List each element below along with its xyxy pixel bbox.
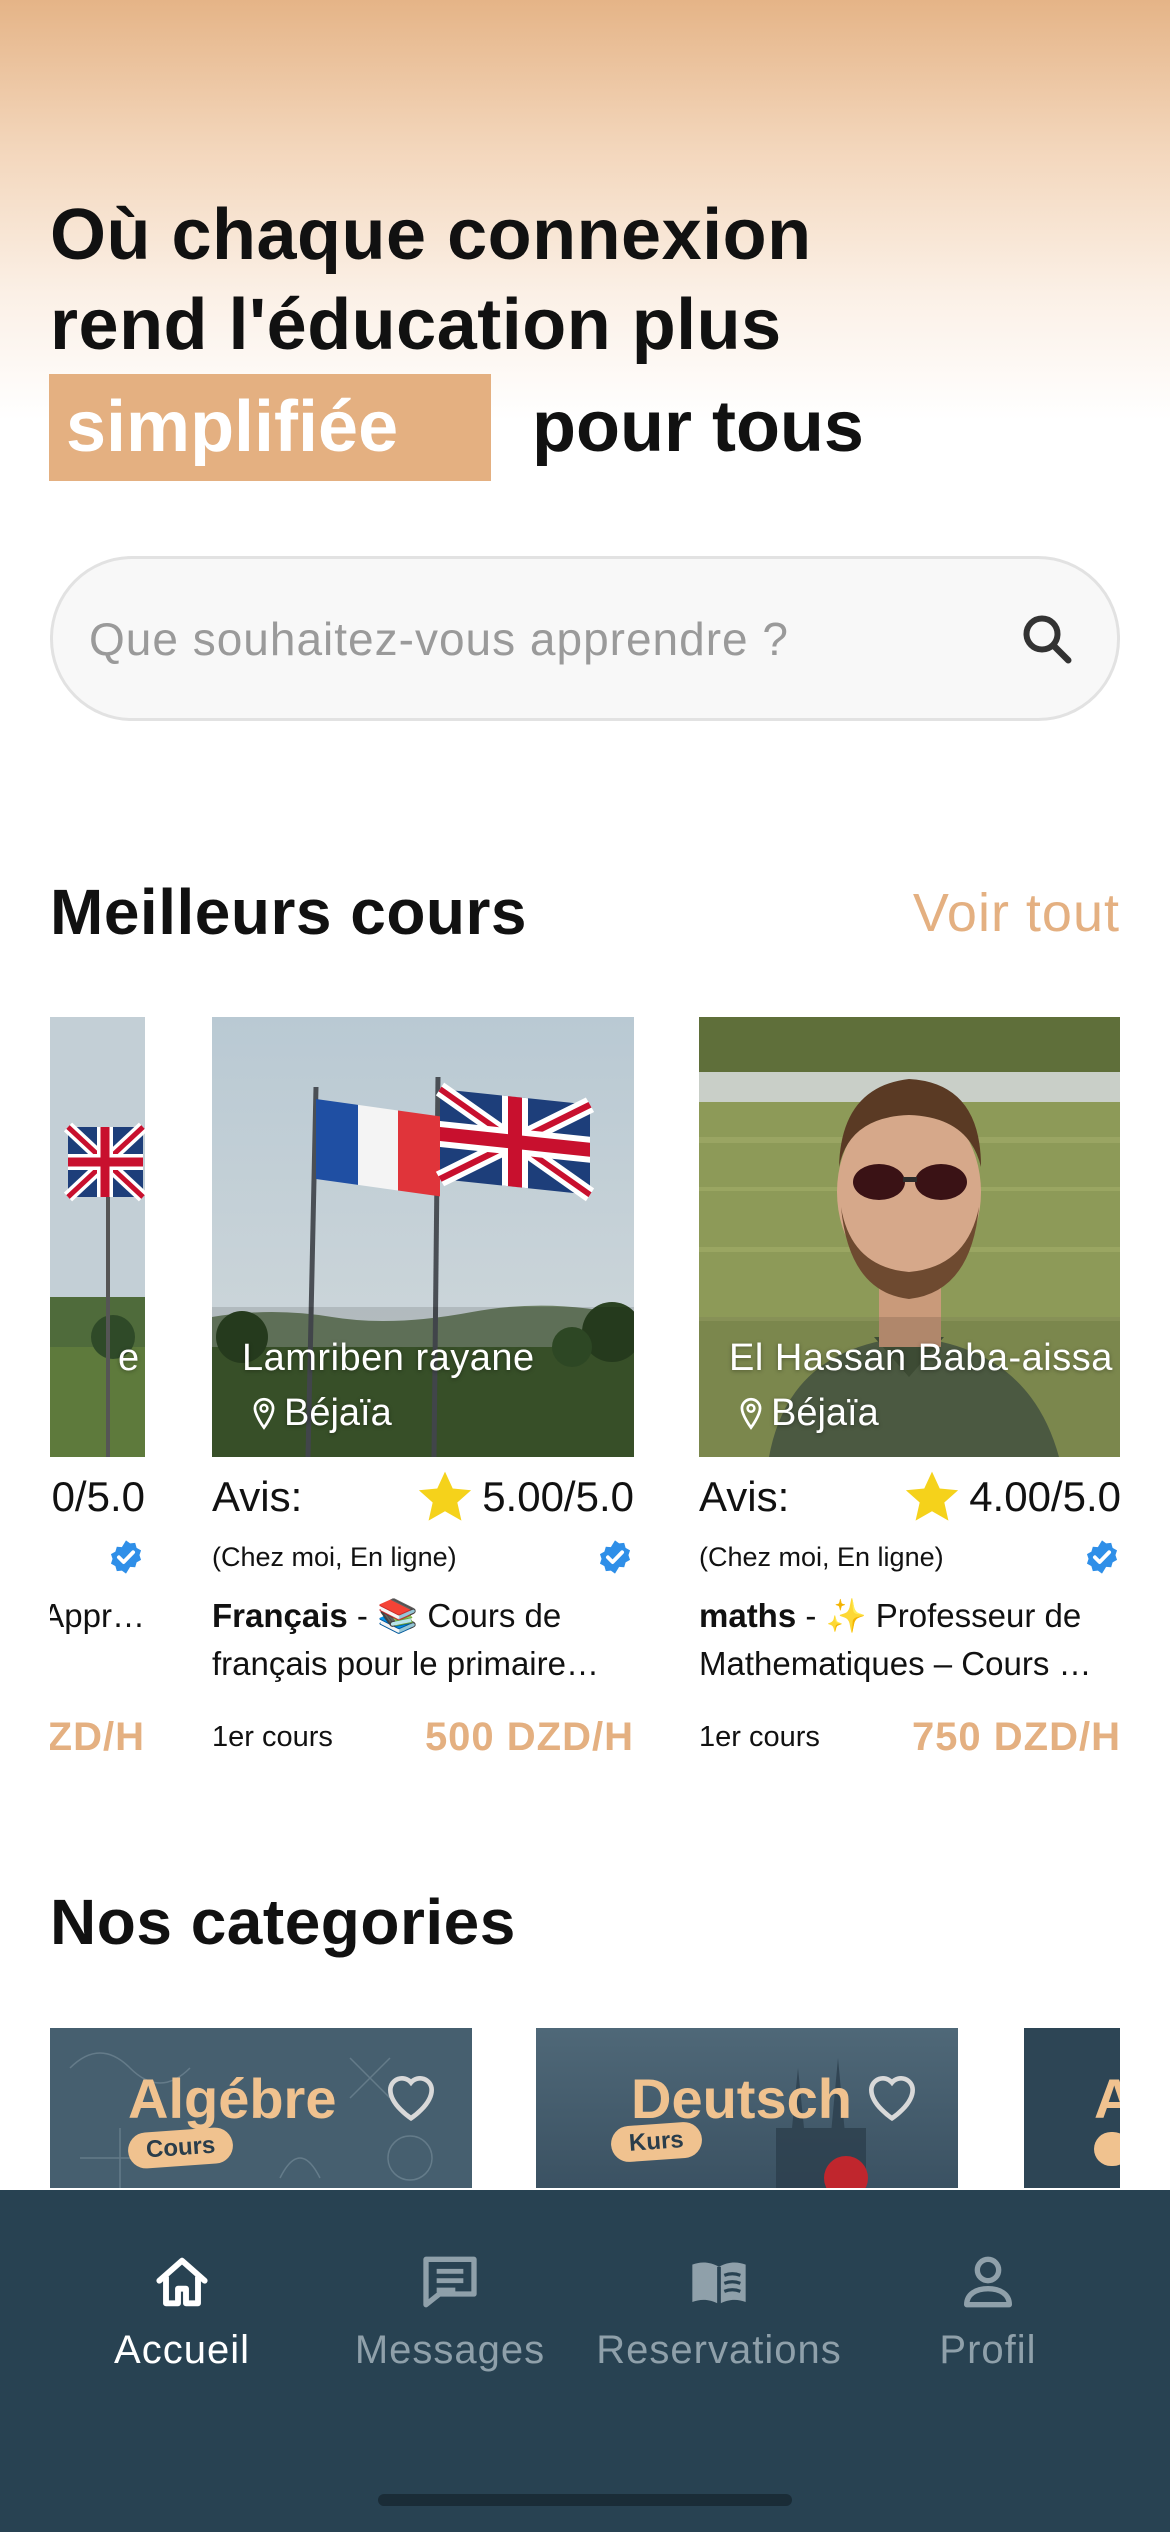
nav-reservations[interactable]: Reservations	[594, 2250, 844, 2373]
description-line-1-rest: - 📚 Cours de	[347, 1597, 562, 1634]
message-icon	[423, 2256, 477, 2308]
description-line-2: Appr…	[50, 1597, 145, 1634]
category-card[interactable]: Algébre Cours	[50, 2028, 472, 2188]
star-icon	[419, 1471, 472, 1521]
course-image	[212, 1017, 634, 1457]
heart-icon[interactable]	[861, 2066, 923, 2124]
bottom-navigation: Accueil Messages Reservations Profil	[0, 2190, 1170, 2532]
rating-label: Avis:	[699, 1473, 790, 1520]
nav-label: Accueil	[114, 2328, 250, 2372]
screen: Où chaque connexion rend l'éducation plu…	[0, 0, 1170, 2532]
user-icon	[964, 2256, 1012, 2308]
teaching-mode: (Chez moi, En ligne)	[212, 1541, 457, 1572]
nav-home[interactable]: Accueil	[57, 2250, 307, 2373]
hero-line-3-rest: pour tous	[532, 387, 864, 467]
mode-row	[50, 1537, 145, 1577]
course-description: maths - ✨ Professeur de Mathematiques – …	[699, 1592, 1120, 1688]
rating-value: 5.00/5.0	[50, 1473, 145, 1520]
rating-row: 5.00/5.0	[50, 1462, 145, 1532]
teacher-location: Béjaïa	[737, 1392, 879, 1435]
rating-row: Avis: 4.00/5.0	[699, 1462, 1120, 1532]
description-line-1: Français - 📚 Cours de	[212, 1592, 634, 1640]
best-courses-title: Meilleurs cours	[50, 876, 527, 948]
rating-row: Avis: 5.00/5.0	[212, 1462, 634, 1532]
search-icon[interactable]	[1017, 609, 1077, 669]
hero-title: Où chaque connexion rend l'éducation plu…	[50, 190, 1120, 370]
mode-row: (Chez moi, En ligne)	[212, 1537, 634, 1577]
description-line-1-rest: - ✨ Professeur de	[796, 1597, 1082, 1634]
category-card[interactable]: A	[1024, 2028, 1120, 2188]
city-label: Béjaïa	[771, 1392, 879, 1434]
city-label: Béjaïa	[284, 1392, 392, 1434]
course-description: Appr…	[50, 1592, 145, 1640]
teacher-name: El Hassan Baba-aissa	[729, 1337, 1113, 1379]
location-pin-icon	[253, 1397, 275, 1430]
price-row: 1er cours 750 DZD/H	[699, 1712, 1120, 1758]
categories-title: Nos categories	[50, 1886, 516, 1958]
category-name: Algébre	[128, 2067, 337, 2130]
teaching-mode: (Chez moi, En ligne)	[699, 1541, 944, 1572]
nav-label: Profil	[939, 2328, 1037, 2372]
price: 750 DZD/H	[911, 1714, 1120, 1758]
price-row: 500 DZD/H	[50, 1712, 145, 1758]
price: 500 DZD/H	[50, 1714, 145, 1758]
nav-profile[interactable]: Profil	[863, 2250, 1113, 2373]
course-description: Français - 📚 Cours de français pour le p…	[212, 1592, 634, 1688]
teacher-name: Lamriben rayane	[242, 1337, 535, 1379]
nav-label: Reservations	[596, 2328, 842, 2372]
home-indicator[interactable]	[378, 2494, 792, 2506]
hero-line-1: Où chaque connexion	[50, 195, 812, 275]
description-line-1: maths - ✨ Professeur de	[699, 1592, 1120, 1640]
verified-badge-icon	[110, 1540, 142, 1574]
book-icon	[692, 2262, 746, 2305]
price: 500 DZD/H	[424, 1714, 634, 1758]
home-icon	[156, 2257, 208, 2307]
hero-highlight-word: simplifiée	[66, 387, 399, 467]
category-tag: Cours	[126, 2126, 235, 2170]
heart-icon[interactable]	[380, 2066, 442, 2124]
description-line-2: Mathematiques – Cours …	[699, 1645, 1092, 1682]
search-input[interactable]	[89, 611, 1017, 666]
category-tag	[1094, 2132, 1120, 2166]
mode-row: (Chez moi, En ligne)	[699, 1537, 1120, 1577]
course-card[interactable]: El Hassan Baba-aissa Béjaïa Avis: 4.00/5…	[699, 1017, 1120, 1757]
first-course-label: 1er cours	[212, 1720, 333, 1753]
first-course-label: 1er cours	[699, 1720, 820, 1753]
verified-badge-icon	[1086, 1540, 1118, 1574]
star-icon	[906, 1471, 959, 1521]
course-subject: Français	[212, 1597, 348, 1634]
description-line-2: français pour le primaire…	[212, 1645, 599, 1682]
location-pin-icon	[740, 1397, 762, 1430]
course-card[interactable]: e 5.00/5.0 Appr… 500 DZD/H	[50, 1017, 145, 1757]
verified-badge-icon	[599, 1540, 631, 1574]
category-name: Deutsch	[631, 2067, 852, 2130]
categories-carousel[interactable]: Algébre Cours Deutsch Kurs A	[50, 2028, 1120, 2188]
nav-label: Messages	[354, 2328, 546, 2372]
course-image	[699, 1017, 1120, 1457]
rating-value: 4.00/5.0	[969, 1473, 1120, 1520]
course-card[interactable]: Lamriben rayane Béjaïa Avis: 5.00/5.0 (C…	[212, 1017, 634, 1757]
hero-line-2: rend l'éducation plus	[50, 285, 782, 365]
teacher-location: Béjaïa	[250, 1392, 392, 1435]
category-name: A	[1094, 2067, 1120, 2130]
rating-label: Avis:	[212, 1473, 303, 1520]
price-row: 1er cours 500 DZD/H	[212, 1712, 634, 1758]
nav-messages[interactable]: Messages	[325, 2250, 575, 2373]
see-all-link[interactable]: Voir tout	[913, 882, 1120, 944]
teacher-name: e	[118, 1337, 140, 1379]
course-subject: maths	[699, 1597, 797, 1634]
courses-carousel[interactable]: e 5.00/5.0 Appr… 500 DZD/H	[50, 1017, 1120, 1757]
search-bar[interactable]	[50, 556, 1120, 721]
rating-value: 5.00/5.0	[482, 1473, 634, 1520]
category-card[interactable]: Deutsch Kurs	[536, 2028, 958, 2188]
course-image	[50, 1017, 145, 1457]
category-tag: Kurs	[609, 2120, 703, 2164]
